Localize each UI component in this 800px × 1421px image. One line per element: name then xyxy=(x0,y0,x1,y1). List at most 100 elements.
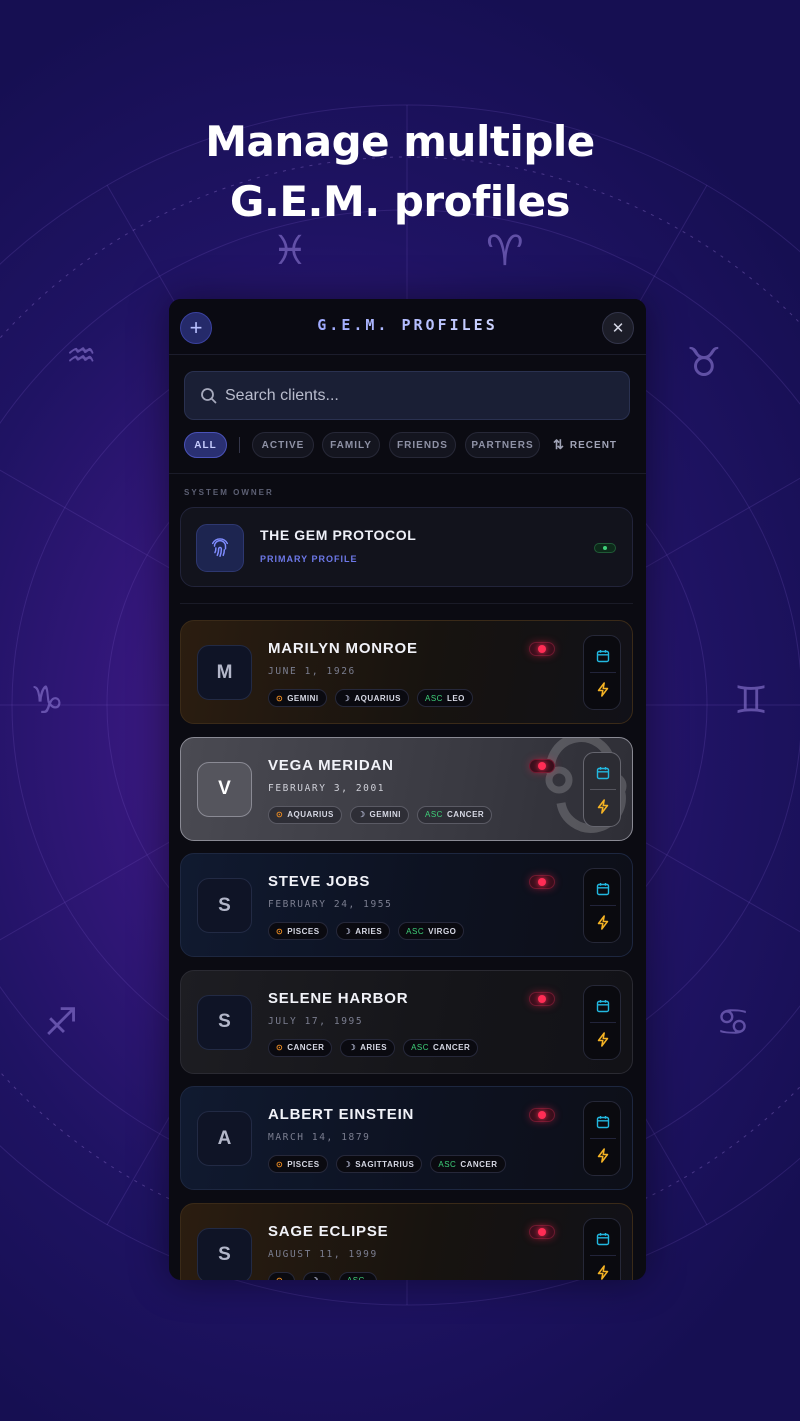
profile-name: STEVE JOBS xyxy=(268,873,371,890)
profile-birth-date: JULY 17, 1995 xyxy=(268,1015,364,1027)
ascendant-prefix: ASC xyxy=(406,926,425,936)
headline-line-2: G.E.M. profiles xyxy=(229,177,571,226)
moon-sign-tag: ☽ xyxy=(303,1271,331,1280)
sun-icon: ⊙ xyxy=(276,926,284,936)
taurus-glyph-icon: ♉ xyxy=(686,340,722,386)
ascendant-tag: ASC xyxy=(338,1271,377,1280)
ascendant-tag: ASC CANCER xyxy=(403,1038,479,1057)
ascendant-prefix: ASC xyxy=(425,693,443,703)
filter-chip-partners[interactable]: PARTNERS xyxy=(465,432,540,458)
profile-birth-date: JUNE 1, 1926 xyxy=(268,666,356,677)
sun-sign-label: AQUARIUS xyxy=(287,810,334,819)
profile-actions xyxy=(583,1217,621,1280)
moon-sign-tag: ☽ AQUARIUS xyxy=(334,689,409,707)
sort-button[interactable]: ⇅ RECENT xyxy=(553,432,617,458)
section-label-system-owner: SYSTEM OWNER xyxy=(184,488,274,497)
sun-icon: ⊙ xyxy=(276,693,284,703)
status-toggle[interactable] xyxy=(529,758,555,773)
filter-chip-all[interactable]: ALL xyxy=(184,432,227,458)
profile-avatar: V xyxy=(197,761,252,817)
calendar-icon[interactable] xyxy=(596,882,610,896)
owner-status-toggle[interactable] xyxy=(594,543,616,553)
lightning-bolt-icon[interactable] xyxy=(596,1031,610,1047)
ascendant-prefix: ASC xyxy=(438,1159,457,1169)
status-toggle[interactable] xyxy=(529,1108,555,1122)
actions-divider xyxy=(590,672,616,673)
divider xyxy=(180,603,633,604)
ascendant-tag: ASC LEO xyxy=(417,689,473,707)
moon-icon: ☽ xyxy=(311,1276,319,1280)
ascendant-label: CANCER xyxy=(446,810,485,819)
actions-divider xyxy=(590,1254,616,1256)
sun-sign-tag: ⊙ GEMINI xyxy=(268,689,327,707)
ascendant-prefix: ASC xyxy=(411,1043,430,1052)
top-bar: + G.E.M. PROFILES ✕ xyxy=(169,299,646,355)
status-toggle[interactable] xyxy=(529,642,555,656)
moon-icon: ☽ xyxy=(343,926,352,936)
actions-divider xyxy=(590,788,616,790)
owner-profile-card[interactable]: THE GEM PROTOCOL PRIMARY PROFILE xyxy=(180,507,633,587)
profile-tags: ⊙ ☽ ASC xyxy=(268,1271,377,1280)
cancer-glyph-icon: ♋ xyxy=(716,1000,751,1044)
filter-chip-friends[interactable]: FRIENDS xyxy=(389,432,456,458)
profile-card[interactable]: S SAGE ECLIPSE AUGUST 11, 1999 ⊙ ☽ ASC xyxy=(180,1202,633,1280)
status-toggle[interactable] xyxy=(529,991,555,1006)
search-input[interactable] xyxy=(225,372,615,419)
lightning-bolt-icon[interactable] xyxy=(596,798,610,814)
profile-name: MARILYN MONROE xyxy=(268,640,418,657)
aries-glyph-icon: ♈ xyxy=(486,226,524,275)
profile-tags: ⊙ PISCES ☽ ARIES ASC VIRGO xyxy=(268,922,465,940)
moon-sign-tag: ☽ GEMINI xyxy=(349,805,409,824)
sun-icon: ⊙ xyxy=(276,1159,284,1169)
actions-divider xyxy=(590,1021,616,1023)
profile-name: SELENE HARBOR xyxy=(268,989,409,1007)
search-box[interactable] xyxy=(184,371,630,420)
moon-sign-tag: ☽ SAGITTARIUS xyxy=(335,1155,423,1173)
owner-subtitle: PRIMARY PROFILE xyxy=(260,554,358,564)
filter-chip-family[interactable]: FAMILY xyxy=(322,432,380,458)
profile-tags: ⊙ CANCER ☽ ARIES ASC CANCER xyxy=(268,1038,479,1057)
profile-card[interactable]: V VEGA MERIDAN FEBRUARY 3, 2001 ⊙ AQUARI… xyxy=(180,736,633,841)
lightning-bolt-icon[interactable] xyxy=(596,682,610,697)
lightning-bolt-icon[interactable] xyxy=(596,1148,610,1163)
fingerprint-icon xyxy=(211,538,229,557)
sun-sign-tag: ⊙ PISCES xyxy=(268,1155,328,1173)
moon-icon: ☽ xyxy=(343,1159,352,1169)
calendar-icon[interactable] xyxy=(596,649,610,663)
calendar-icon[interactable] xyxy=(596,999,610,1013)
ascendant-tag: ASC VIRGO xyxy=(398,922,465,940)
moon-sign-label: ARIES xyxy=(355,926,383,936)
moon-sign-tag: ☽ ARIES xyxy=(335,922,391,940)
lightning-bolt-icon[interactable] xyxy=(596,915,610,930)
moon-sign-label: AQUARIUS xyxy=(354,693,401,703)
ascendant-prefix: ASC xyxy=(347,1276,365,1280)
profile-avatar: S xyxy=(197,878,252,933)
actions-divider xyxy=(590,905,616,906)
lightning-bolt-icon[interactable] xyxy=(596,1264,610,1280)
status-toggle[interactable] xyxy=(529,875,555,889)
ascendant-tag: ASC CANCER xyxy=(417,805,493,824)
pisces-glyph-icon: ♓ xyxy=(272,228,308,274)
sun-sign-label: PISCES xyxy=(287,1159,320,1169)
profile-name: ALBERT EINSTEIN xyxy=(268,1106,415,1123)
filter-chip-active[interactable]: ACTIVE xyxy=(252,432,314,458)
profile-avatar: A xyxy=(197,1111,252,1166)
status-toggle[interactable] xyxy=(529,1224,555,1239)
profile-card[interactable]: M MARILYN MONROE JUNE 1, 1926 ⊙ GEMINI ☽… xyxy=(180,620,633,724)
profile-actions xyxy=(583,635,621,710)
ascendant-tag: ASC CANCER xyxy=(430,1155,506,1173)
calendar-icon[interactable] xyxy=(596,766,610,780)
profile-card[interactable]: A ALBERT EINSTEIN MARCH 14, 1879 ⊙ PISCE… xyxy=(180,1086,633,1190)
ascendant-label: CANCER xyxy=(433,1043,471,1052)
headline: Manage multiple G.E.M. profiles xyxy=(0,112,800,232)
close-button[interactable]: ✕ xyxy=(602,312,634,344)
calendar-icon[interactable] xyxy=(596,1232,610,1246)
profile-actions xyxy=(583,868,621,943)
moon-sign-label: SAGITTARIUS xyxy=(355,1159,415,1169)
profile-card[interactable]: S STEVE JOBS FEBRUARY 24, 1955 ⊙ PISCES … xyxy=(180,853,633,957)
capricorn-glyph-icon: ♑ xyxy=(30,678,65,722)
calendar-icon[interactable] xyxy=(596,1115,610,1129)
profile-card[interactable]: S SELENE HARBOR JULY 17, 1995 ⊙ CANCER ☽… xyxy=(180,969,633,1074)
profile-name: SAGE ECLIPSE xyxy=(268,1222,389,1240)
ascendant-label: CANCER xyxy=(460,1159,498,1169)
